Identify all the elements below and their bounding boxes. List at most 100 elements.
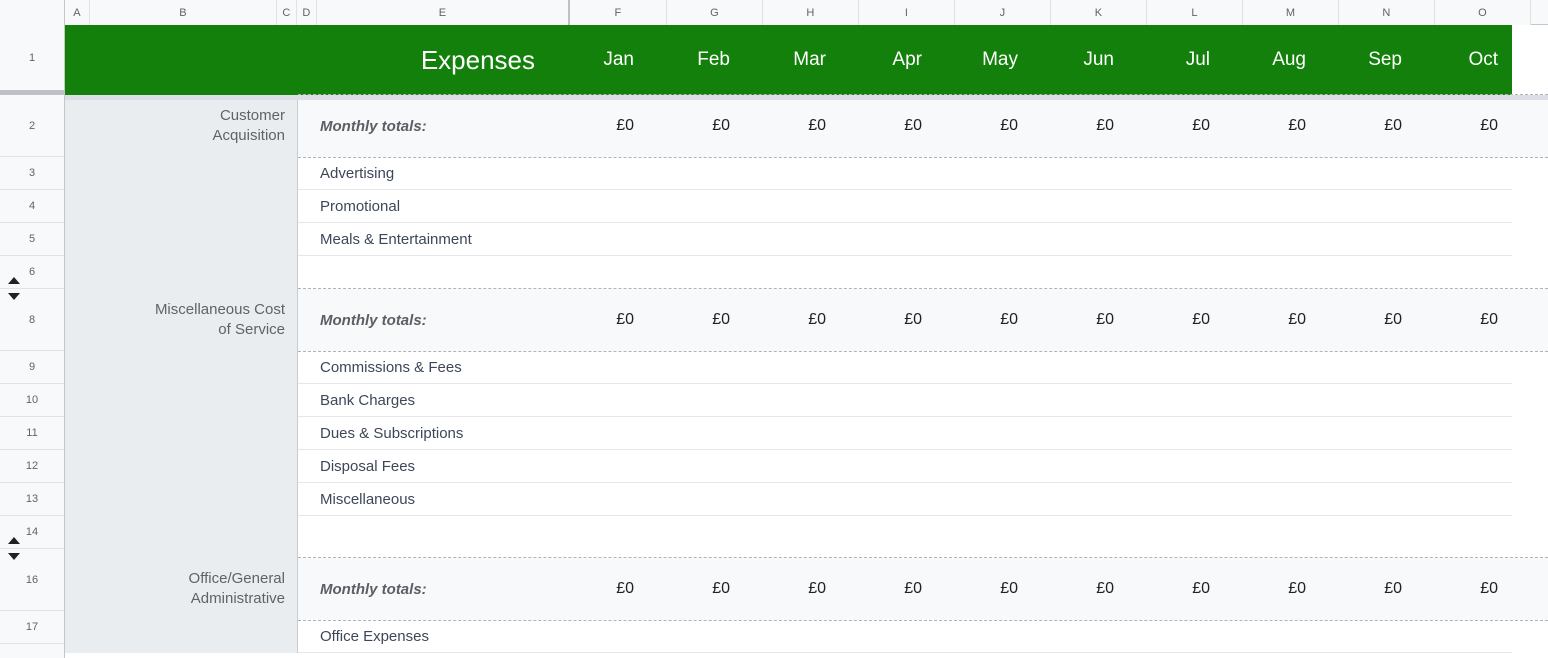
expense-item-value-sep[interactable] <box>1320 483 1416 516</box>
spacer-value-jun[interactable] <box>1032 516 1128 558</box>
row-header-17[interactable]: 17 <box>0 611 64 644</box>
expense-item-value-sep[interactable] <box>1320 620 1416 653</box>
expense-item-value-jan[interactable] <box>551 190 648 223</box>
spacer-value-mar[interactable] <box>744 516 840 558</box>
expense-item-value-jul[interactable] <box>1128 450 1224 483</box>
total-value-aug[interactable]: £0 <box>1224 558 1320 620</box>
monthly-totals-label[interactable]: Monthly totals: <box>298 289 551 351</box>
total-value-feb[interactable]: £0 <box>648 289 744 351</box>
total-value-jan[interactable]: £0 <box>551 95 648 157</box>
total-value-oct[interactable]: £0 <box>1416 289 1512 351</box>
spacer-value-apr[interactable] <box>840 256 936 289</box>
expense-item-value-jan[interactable] <box>551 157 648 190</box>
expense-item-value-aug[interactable] <box>1224 351 1320 384</box>
spacer-value-may[interactable] <box>936 256 1032 289</box>
expense-item-value-feb[interactable] <box>648 483 744 516</box>
column-header-k[interactable]: K <box>1051 0 1147 25</box>
row-header-10[interactable]: 10 <box>0 384 64 417</box>
expense-item-value-aug[interactable] <box>1224 620 1320 653</box>
category-label-continuation[interactable] <box>65 223 298 256</box>
expense-item-value-apr[interactable] <box>840 483 936 516</box>
category-label-continuation[interactable] <box>65 450 298 483</box>
total-value-apr[interactable]: £0 <box>840 95 936 157</box>
expense-item-value-feb[interactable] <box>648 417 744 450</box>
column-header-c[interactable]: C <box>277 0 297 25</box>
expense-item-value-apr[interactable] <box>840 190 936 223</box>
row-header-1[interactable]: 1 <box>0 25 64 95</box>
expense-item-value-jan[interactable] <box>551 450 648 483</box>
expense-item-value-jul[interactable] <box>1128 223 1224 256</box>
expense-item-value-may[interactable] <box>936 384 1032 417</box>
spacer-value-feb[interactable] <box>648 516 744 558</box>
expense-item-value-aug[interactable] <box>1224 450 1320 483</box>
column-header-f[interactable]: F <box>570 0 667 25</box>
total-value-jan[interactable]: £0 <box>551 289 648 351</box>
expense-item-value-jun[interactable] <box>1032 223 1128 256</box>
month-header-mar[interactable]: Mar <box>744 25 840 95</box>
expense-item-value-jan[interactable] <box>551 223 648 256</box>
expense-item-value-jan[interactable] <box>551 384 648 417</box>
expense-item-value-jul[interactable] <box>1128 384 1224 417</box>
category-label-1[interactable]: Customer Acquisition <box>65 95 298 157</box>
total-value-may[interactable]: £0 <box>936 95 1032 157</box>
spacer-value-jul[interactable] <box>1128 516 1224 558</box>
expense-item-value-mar[interactable] <box>744 450 840 483</box>
expense-item-value-jul[interactable] <box>1128 351 1224 384</box>
category-label-2[interactable]: Miscellaneous Cost of Service <box>65 289 298 351</box>
total-value-aug[interactable]: £0 <box>1224 95 1320 157</box>
expense-item-value-mar[interactable] <box>744 417 840 450</box>
total-value-mar[interactable]: £0 <box>744 95 840 157</box>
expense-item-value-feb[interactable] <box>648 620 744 653</box>
expense-item-value-feb[interactable] <box>648 223 744 256</box>
expense-item-value-may[interactable] <box>936 450 1032 483</box>
hidden-rows-expand-up-icon[interactable] <box>8 537 20 544</box>
expense-item-value-apr[interactable] <box>840 223 936 256</box>
month-header-oct[interactable]: Oct <box>1416 25 1512 95</box>
expense-item-value-apr[interactable] <box>840 417 936 450</box>
total-value-sep[interactable]: £0 <box>1320 558 1416 620</box>
spacer-value-jan[interactable] <box>551 516 648 558</box>
column-header-h[interactable]: H <box>763 0 859 25</box>
expense-item-value-oct[interactable] <box>1416 450 1512 483</box>
expense-item-value-mar[interactable] <box>744 351 840 384</box>
expense-item-value-aug[interactable] <box>1224 417 1320 450</box>
expense-item-value-may[interactable] <box>936 483 1032 516</box>
expense-item-value-mar[interactable] <box>744 223 840 256</box>
expense-item-value-jun[interactable] <box>1032 450 1128 483</box>
category-label-3[interactable]: Office/General Administrative <box>65 558 298 620</box>
expense-item-value-oct[interactable] <box>1416 417 1512 450</box>
expense-item-value-feb[interactable] <box>648 351 744 384</box>
expense-item-value-feb[interactable] <box>648 384 744 417</box>
spacer-value-oct[interactable] <box>1416 516 1512 558</box>
expense-item-value-oct[interactable] <box>1416 190 1512 223</box>
expense-item-value-oct[interactable] <box>1416 223 1512 256</box>
expense-item-value-sep[interactable] <box>1320 384 1416 417</box>
expense-item-value-may[interactable] <box>936 351 1032 384</box>
expense-item-value-may[interactable] <box>936 223 1032 256</box>
total-value-apr[interactable]: £0 <box>840 289 936 351</box>
total-value-may[interactable]: £0 <box>936 289 1032 351</box>
row-header-16[interactable]: 16 <box>0 549 64 611</box>
category-label-continuation[interactable] <box>65 384 298 417</box>
column-header-g[interactable]: G <box>667 0 763 25</box>
category-label-continuation[interactable] <box>65 620 298 653</box>
row-header-5[interactable]: 5 <box>0 223 64 256</box>
total-value-feb[interactable]: £0 <box>648 558 744 620</box>
expense-item-name[interactable]: Bank Charges <box>298 384 551 417</box>
spacer-value-aug[interactable] <box>1224 516 1320 558</box>
total-value-sep[interactable]: £0 <box>1320 95 1416 157</box>
expense-item-value-may[interactable] <box>936 417 1032 450</box>
expense-item-value-apr[interactable] <box>840 351 936 384</box>
expense-item-value-jun[interactable] <box>1032 157 1128 190</box>
spacer-value-aug[interactable] <box>1224 256 1320 289</box>
column-header-e[interactable]: E <box>317 0 570 25</box>
category-label-continuation[interactable] <box>65 256 298 289</box>
total-value-oct[interactable]: £0 <box>1416 558 1512 620</box>
column-header-n[interactable]: N <box>1339 0 1435 25</box>
total-value-jul[interactable]: £0 <box>1128 558 1224 620</box>
expense-item-value-may[interactable] <box>936 620 1032 653</box>
expense-item-value-aug[interactable] <box>1224 157 1320 190</box>
expense-item-value-jul[interactable] <box>1128 417 1224 450</box>
expense-item-value-sep[interactable] <box>1320 157 1416 190</box>
hidden-rows-expand-down-icon[interactable] <box>8 553 20 560</box>
